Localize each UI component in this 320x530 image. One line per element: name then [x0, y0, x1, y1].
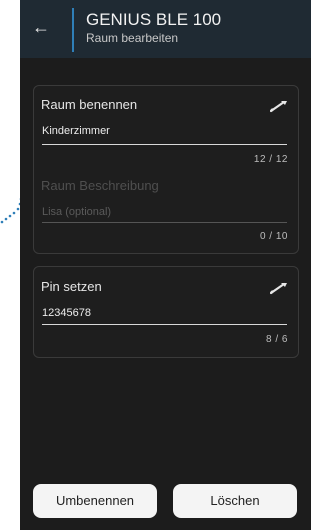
room-description-input[interactable]: Lisa (optional) [42, 206, 111, 218]
page-title: GENIUS BLE 100 [86, 10, 222, 29]
pencil-icon[interactable] [270, 281, 288, 295]
set-pin-label: Pin setzen [41, 279, 102, 294]
room-description-underline [42, 222, 287, 223]
pin-underline [42, 324, 287, 325]
rename-room-card: Raum benennen Kinderzimmer 12 / 12 Raum … [33, 85, 299, 254]
room-description-label: Raum Beschreibung [41, 178, 159, 193]
rename-room-label: Raum benennen [41, 97, 138, 112]
delete-button[interactable]: Löschen [173, 484, 297, 518]
rename-button[interactable]: Umbenennen [33, 484, 157, 518]
header-divider [72, 8, 74, 52]
app-header: ← GENIUS BLE 100 Raum bearbeiten [20, 0, 311, 58]
room-name-input[interactable]: Kinderzimmer [42, 125, 110, 137]
room-name-underline [42, 144, 287, 145]
room-description-counter: 0 / 10 [259, 231, 288, 242]
pin-counter: 8 / 6 [266, 334, 288, 345]
page-subtitle: Raum bearbeiten [86, 31, 179, 45]
set-pin-card: Pin setzen 12345678 8 / 6 [33, 266, 299, 358]
pencil-icon[interactable] [270, 99, 288, 113]
room-name-counter: 12 / 12 [253, 154, 288, 165]
app-screen: ← GENIUS BLE 100 Raum bearbeiten Raum be… [20, 0, 311, 530]
back-arrow-icon[interactable]: ← [29, 15, 53, 39]
pin-input[interactable]: 12345678 [42, 307, 91, 319]
